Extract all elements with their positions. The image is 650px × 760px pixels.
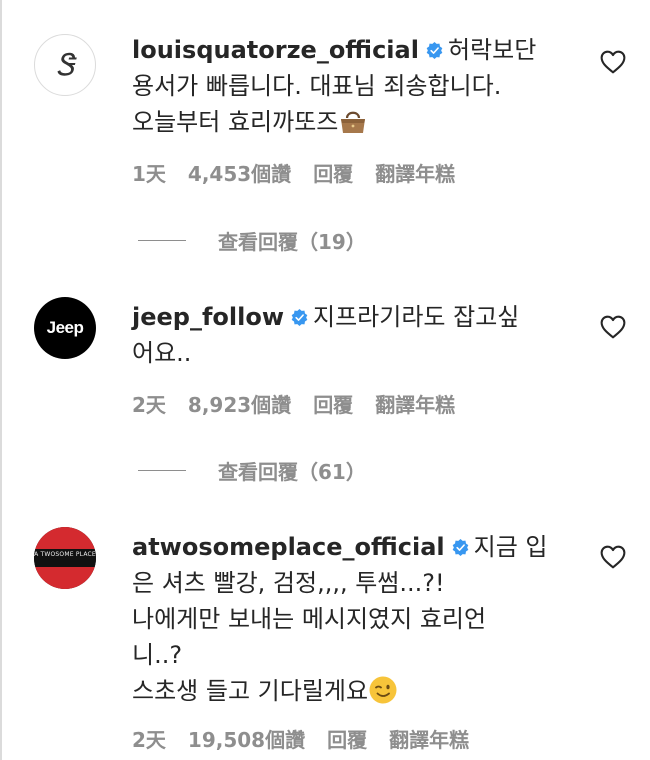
comment-likes[interactable]: 4,453個讚 [188,162,291,186]
winking-face-emoji [369,676,397,704]
avatar-louisquatorze[interactable]: Ꮥ [34,34,96,96]
reply-button[interactable]: 回覆 [313,162,353,186]
comment-line: louisquatorze_official 허락보단 [132,32,562,68]
view-replies-button[interactable]: 查看回覆（61） [138,456,366,485]
comment-meta: 1天 4,453個讚 回覆 翻譯年糕 [132,158,477,187]
avatar-logo: A TWOSOME PLACE [34,551,96,558]
replies-divider-line [138,470,186,471]
comment-meta: 2天 19,508個讚 回覆 翻譯年糕 [132,724,491,753]
verified-badge-icon [291,308,308,327]
comment-body-line: 스초생 들고 기다릴게요 [132,677,369,705]
verified-badge-icon [452,538,468,557]
avatar-jeep[interactable]: Jeep [34,297,96,359]
avatar-logo: Jeep [46,318,84,337]
comment-text: louisquatorze_official 허락보단 용서가 빠릅니다. 대표님… [132,32,562,140]
comment-body-line: 지금 입 [473,533,548,561]
reply-button[interactable]: 回覆 [313,393,353,417]
comment-text: atwosomeplace_official 지금 입 은 셔츠 빨강, 검정,,… [132,529,562,709]
comment-line: jeep_follow 지프라기라도 잡고싶 [132,299,562,335]
comment-username[interactable]: atwosomeplace_official [132,533,445,561]
comment-text: jeep_follow 지프라기라도 잡고싶 어요.. [132,299,562,371]
comment-username[interactable]: jeep_follow [132,303,284,331]
replies-divider-line [138,240,186,241]
comment-body-line: 지프라기라도 잡고싶 [313,303,520,331]
avatar-logo: Ꮥ [55,47,75,83]
translate-button[interactable]: 翻譯年糕 [375,393,455,417]
heart-outline-icon[interactable] [600,315,626,339]
comment-body-line: 니..? [132,641,183,669]
heart-outline-icon[interactable] [600,50,626,74]
reply-button[interactable]: 回覆 [327,728,367,752]
comment-body-line: 나에게만 보내는 메시지였지 효리언 [132,605,487,633]
comment-body-line: 오늘부터 효리까또즈 [132,108,339,136]
comment-time[interactable]: 2天 [132,728,166,752]
comment-meta: 2天 8,923個讚 回覆 翻譯年糕 [132,389,477,418]
translate-button[interactable]: 翻譯年糕 [375,162,455,186]
comment-body-line: 용서가 빠릅니다. 대표님 죄송합니다. [132,72,502,100]
avatar-band [34,567,96,589]
comment-time[interactable]: 2天 [132,393,166,417]
avatar-band [34,527,96,549]
comment-likes[interactable]: 19,508個讚 [188,728,305,752]
comment-line: 오늘부터 효리까또즈 [132,104,562,140]
heart-outline-icon[interactable] [600,545,626,569]
comment-line: atwosomeplace_official 지금 입 [132,529,562,565]
view-replies-label: 查看回覆（61） [218,460,366,484]
comment-time[interactable]: 1天 [132,162,166,186]
comment-body-line: 허락보단 [447,36,537,64]
verified-badge-icon [426,41,443,60]
comment-username[interactable]: louisquatorze_official [132,36,419,64]
view-replies-label: 查看回覆（19） [218,230,366,254]
comment-body-line: 은 셔츠 빨강, 검정,,,, 투썸...?! [132,569,445,597]
comment-line: 스초생 들고 기다릴게요 [132,673,562,709]
comment-likes[interactable]: 8,923個讚 [188,393,291,417]
handbag-emoji [341,111,366,133]
panel-left-border [0,0,2,760]
view-replies-button[interactable]: 查看回覆（19） [138,226,366,255]
avatar-atwosomeplace[interactable]: A TWOSOME PLACE [34,527,96,589]
translate-button[interactable]: 翻譯年糕 [389,728,469,752]
comment-body-line: 어요.. [132,339,192,367]
